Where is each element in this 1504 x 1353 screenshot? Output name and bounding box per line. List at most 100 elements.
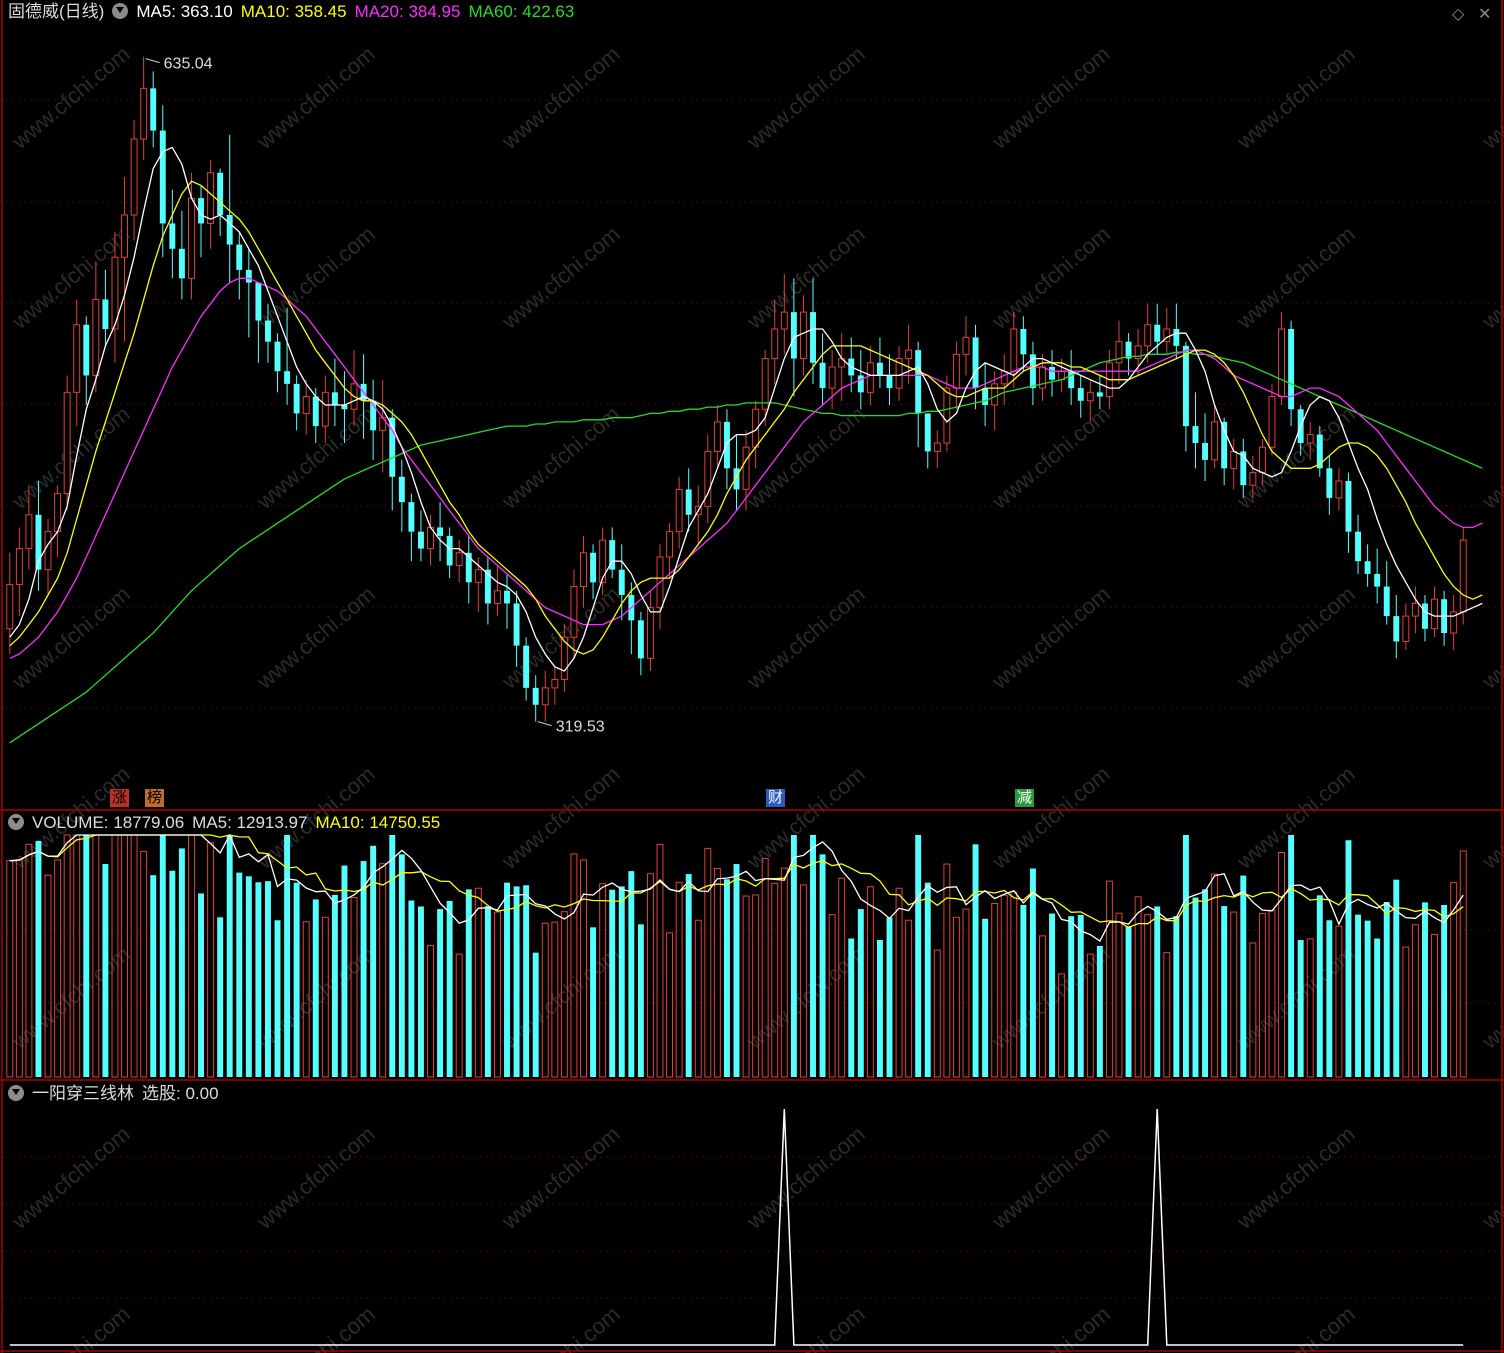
candle-down: [876, 362, 883, 376]
candle-down: [255, 282, 262, 321]
diamond-icon[interactable]: ◇: [1452, 4, 1464, 24]
volume-bar-down: [1182, 835, 1189, 1077]
candle-down: [1345, 481, 1352, 532]
volume-bar-up: [6, 860, 14, 1078]
candle-up: [905, 349, 913, 360]
candle-up: [1230, 450, 1238, 469]
volume-bar-up: [1249, 942, 1257, 1078]
badge-limit-up[interactable]: 涨: [110, 789, 130, 807]
candle-down: [284, 371, 291, 384]
watermark-text: www.cfchi.com: [6, 41, 134, 154]
watermark-text: www.cfchi.com: [1476, 221, 1504, 334]
volume-bar-up: [866, 886, 874, 1078]
volume-bar-up: [675, 881, 683, 1078]
volume-bar-down: [1154, 906, 1161, 1077]
candle-down: [1049, 367, 1056, 380]
candle-up: [1010, 328, 1018, 372]
watermark-text: www.cfchi.com: [986, 581, 1114, 694]
watermark-text: www.cfchi.com: [1231, 941, 1359, 1054]
candle-up: [25, 514, 33, 550]
watermark-text: www.cfchi.com: [6, 581, 134, 694]
volume-bar-down: [245, 876, 252, 1077]
stock-chart[interactable]: www.cfchi.com www.cfchi.com www.cfchi.com w…: [0, 0, 1504, 1353]
volume-bar-down: [1345, 840, 1352, 1077]
candle-down: [236, 244, 243, 270]
volume-bar-down: [637, 924, 644, 1077]
volume-bar-up: [474, 887, 482, 1078]
watermark-text: www.cfchi.com: [986, 401, 1114, 514]
candle-up: [599, 539, 607, 583]
collapse-icon[interactable]: [112, 3, 129, 19]
candle-up: [1278, 328, 1286, 398]
volume-bar-up: [943, 863, 951, 1078]
volume-bar-down: [685, 874, 692, 1077]
badge-reduce[interactable]: 减: [1015, 789, 1035, 807]
volume-bar-down: [857, 909, 864, 1077]
volume-bar-down: [810, 835, 816, 1077]
badge-finance[interactable]: 财: [766, 789, 786, 807]
close-icon[interactable]: ✕: [1478, 4, 1491, 24]
volume-bar-down: [293, 882, 300, 1077]
volume-bar-down: [1326, 920, 1333, 1077]
candle-up: [1144, 324, 1152, 347]
watermark-text: www.cfchi.com: [1231, 761, 1359, 874]
candle-down: [83, 324, 90, 376]
candle-up: [1258, 446, 1266, 474]
candle-down: [245, 269, 252, 283]
volume-bar-down: [217, 917, 224, 1077]
volume-bar-down: [723, 879, 730, 1077]
candle-up: [828, 366, 836, 389]
candle-down: [1202, 443, 1209, 460]
volume-bar-up: [1278, 851, 1286, 1078]
candle-down: [1374, 573, 1381, 587]
volume-bar-up: [350, 897, 358, 1078]
candle-up: [666, 531, 674, 558]
watermark-text: www.cfchi.com: [741, 401, 869, 514]
volume-bar-up: [92, 834, 100, 1078]
volume-bar-up: [54, 859, 62, 1078]
watermark-text: www.cfchi.com: [986, 221, 1114, 334]
candle-down: [1355, 531, 1362, 562]
candle-down: [264, 320, 271, 342]
candle-up: [1411, 602, 1419, 617]
candle-up: [742, 446, 750, 490]
candle-up: [933, 442, 941, 452]
volume-bar-up: [1010, 891, 1018, 1078]
volume-bar-down: [1173, 916, 1180, 1077]
watermark-text: www.cfchi.com: [1476, 941, 1504, 1054]
watermark-text: www.cfchi.com: [986, 761, 1114, 874]
candle-down: [417, 531, 424, 549]
volume-bar-up: [44, 874, 52, 1078]
candle-down: [1173, 329, 1180, 346]
candle-up: [771, 328, 779, 360]
indicator-collapse-icon[interactable]: [8, 1085, 24, 1101]
candle-down: [972, 337, 979, 389]
candle-up: [1000, 370, 1008, 385]
volume-bar-up: [1402, 946, 1410, 1078]
volume-bar-down: [982, 918, 989, 1077]
candle-down: [217, 172, 224, 215]
volume-bar-up: [1115, 912, 1123, 1078]
volume-bar-up: [570, 853, 578, 1078]
watermark-text: www.cfchi.com: [1231, 41, 1359, 154]
volume-bar-down: [915, 835, 922, 1077]
volume-bar-down: [1240, 875, 1247, 1077]
watermark-text: www.cfchi.com: [496, 401, 624, 514]
volume-bar-down: [1422, 902, 1428, 1077]
volume-bar-down: [417, 906, 424, 1077]
candle-down: [274, 341, 281, 372]
candle-up: [713, 421, 721, 452]
volume-bar-down: [1192, 897, 1199, 1077]
volume-bar-down: [35, 840, 42, 1077]
volume-bar-down: [446, 900, 453, 1077]
volume-bar-up: [379, 863, 387, 1078]
badge-ranking[interactable]: 榜: [145, 789, 165, 807]
stock-name[interactable]: 固德威(日线): [8, 2, 104, 21]
watermark-text: www.cfchi.com: [251, 221, 379, 334]
candle-down: [1096, 392, 1103, 397]
volume-bar-down: [1068, 916, 1075, 1077]
volume-bar-up: [713, 868, 721, 1078]
candle-up: [302, 396, 310, 414]
volume-collapse-icon[interactable]: [8, 814, 24, 830]
volume-bar-up: [73, 834, 81, 1078]
